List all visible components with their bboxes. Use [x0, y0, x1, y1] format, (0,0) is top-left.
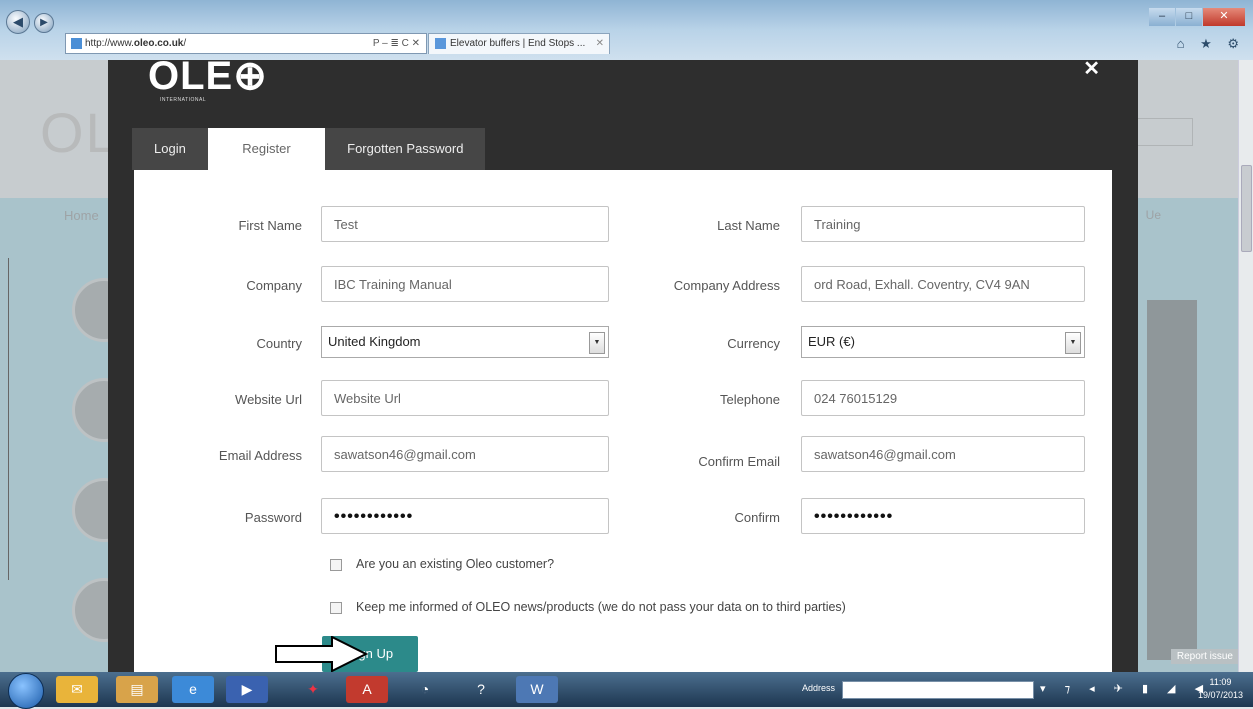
country-selected-value: United Kingdom [328, 334, 421, 349]
company-field[interactable]: IBC Training Manual [321, 266, 609, 302]
background-panel [1147, 300, 1197, 660]
existing-customer-option: Are you an existing Oleo customer? [330, 553, 554, 575]
form-row: Password •••••••••••• Confirm ••••••••••… [134, 498, 1112, 538]
modal-tabs: Login Register Forgotten Password [132, 128, 486, 170]
system-tray-icons[interactable]: ▾ ⁊ ◂ ✈ ▮ ◢ ◀ [1040, 682, 1211, 695]
report-issue-link[interactable]: Report issue [1170, 649, 1239, 664]
background-nav-right: Ue [1145, 208, 1161, 222]
background-logo: OL [40, 101, 119, 164]
password-field[interactable]: •••••••••••• [321, 498, 609, 534]
clock-date: 19/07/2013 [1197, 690, 1243, 700]
taskbar-clock[interactable]: 11:09 19/07/2013 [1198, 676, 1243, 702]
page-scrollbar[interactable] [1238, 60, 1253, 672]
url-suffix: / [183, 38, 187, 49]
close-window-button[interactable]: ✕ [1203, 8, 1245, 26]
country-label: Country [256, 336, 302, 351]
oleo-logo: OLE⊕ [148, 54, 268, 98]
maximize-button[interactable]: □ [1176, 8, 1202, 26]
pin-icon[interactable]: ✦ [292, 676, 334, 703]
confirm-password-label: Confirm [734, 510, 780, 525]
internet-explorer-icon[interactable]: e [172, 676, 214, 703]
country-select[interactable]: United Kingdom ▼ [321, 326, 609, 358]
currency-selected-value: EUR (€) [808, 334, 855, 349]
form-row: Email Address sawatson46@gmail.com Confi… [134, 436, 1112, 476]
clock-time: 11:09 [1209, 677, 1232, 687]
form-row: Company IBC Training Manual Company Addr… [134, 266, 1112, 306]
annotation-arrow-icon [275, 636, 369, 672]
confirm-password-field[interactable]: •••••••••••• [801, 498, 1085, 534]
back-button[interactable]: ◀ [6, 10, 30, 34]
browser-chrome: ◀ ▶ http://www.oleo.co.uk/ P – ≣ C ✕ Ele… [0, 0, 1253, 60]
chevron-down-icon[interactable]: ▼ [1065, 332, 1081, 354]
browser-tab[interactable]: Elevator buffers | End Stops ... ✕ [428, 33, 610, 54]
scrollbar-thumb[interactable] [1241, 165, 1252, 252]
address-controls[interactable]: P – ≣ C ✕ [373, 34, 420, 53]
clock-app-icon[interactable]: ◔ [404, 676, 446, 703]
pdf-reader-icon[interactable]: A [346, 676, 388, 703]
newsletter-option: Keep me informed of OLEO news/products (… [330, 596, 846, 618]
form-row: First Name Test Last Name Training [134, 206, 1112, 246]
register-form: First Name Test Last Name Training Compa… [134, 170, 1112, 672]
email-label: Email Address [218, 448, 302, 463]
website-label: Website Url [235, 392, 302, 407]
url-prefix: http://www. [85, 38, 134, 49]
start-button[interactable] [8, 673, 44, 709]
tab-title: Elevator buffers | End Stops ... [450, 38, 586, 49]
tab-login[interactable]: Login [132, 128, 208, 170]
toolbar-icons[interactable]: ⌂ ★ ⚙ [1177, 36, 1245, 52]
telephone-field[interactable]: 024 76015129 [801, 380, 1085, 416]
outlook-icon[interactable]: ✉ [56, 676, 98, 703]
help-icon[interactable]: ? [460, 676, 502, 703]
website-field[interactable]: Website Url [321, 380, 609, 416]
company-address-label: Company Address [673, 278, 780, 293]
word-icon[interactable]: W [516, 676, 558, 703]
first-name-label: First Name [238, 218, 302, 233]
page-favicon [71, 37, 82, 49]
form-row: Website Url Website Url Telephone 024 76… [134, 380, 1112, 420]
telephone-label: Telephone [720, 392, 780, 407]
form-row: Country United Kingdom ▼ Currency EUR (€… [134, 324, 1112, 364]
existing-customer-label: Are you an existing Oleo customer? [356, 557, 555, 571]
window-controls: – □ ✕ [1148, 6, 1245, 26]
currency-label: Currency [727, 336, 780, 351]
close-icon[interactable]: ✕ [1083, 56, 1100, 81]
confirm-email-label: Confirm Email [698, 454, 780, 469]
logo-subtitle: INTERNATIONAL [160, 97, 207, 103]
taskbar: ✉ ▤ e ▶ ✦ A ◔ ? W Address ▾ ⁊ ◂ ✈ ▮ ◢ ◀ … [0, 672, 1253, 709]
tab-forgotten-password[interactable]: Forgotten Password [325, 128, 486, 170]
last-name-field[interactable]: Training [801, 206, 1085, 242]
email-field[interactable]: sawatson46@gmail.com [321, 436, 609, 472]
minimize-button[interactable]: – [1149, 8, 1175, 26]
url-host: oleo.co.uk [133, 38, 184, 49]
taskbar-address-label: Address [802, 683, 836, 693]
first-name-field[interactable]: Test [321, 206, 609, 242]
forward-button[interactable]: ▶ [34, 13, 54, 33]
register-modal: OLE⊕ INTERNATIONAL ✕ Login Register Forg… [108, 56, 1138, 672]
folder-icon[interactable]: ▤ [116, 676, 158, 703]
newsletter-label: Keep me informed of OLEO news/products (… [356, 600, 846, 614]
tab-close-icon[interactable]: ✕ [596, 34, 604, 54]
company-address-field[interactable]: ord Road, Exhall. Coventry, CV4 9AN [801, 266, 1085, 302]
password-label: Password [244, 510, 302, 525]
company-label: Company [246, 278, 302, 293]
divider [8, 258, 9, 580]
existing-customer-checkbox[interactable] [330, 558, 342, 571]
media-player-icon[interactable]: ▶ [226, 676, 268, 703]
newsletter-checkbox[interactable] [330, 601, 342, 614]
address-bar[interactable]: http://www.oleo.co.uk/ P – ≣ C ✕ [65, 33, 427, 54]
tab-register[interactable]: Register [208, 128, 325, 170]
background-nav-home: Home [64, 208, 99, 223]
confirm-email-field[interactable]: sawatson46@gmail.com [801, 436, 1085, 472]
taskbar-address-input[interactable] [842, 681, 1034, 699]
last-name-label: Last Name [717, 218, 780, 233]
tab-favicon [435, 37, 446, 49]
currency-select[interactable]: EUR (€) ▼ [801, 326, 1085, 358]
